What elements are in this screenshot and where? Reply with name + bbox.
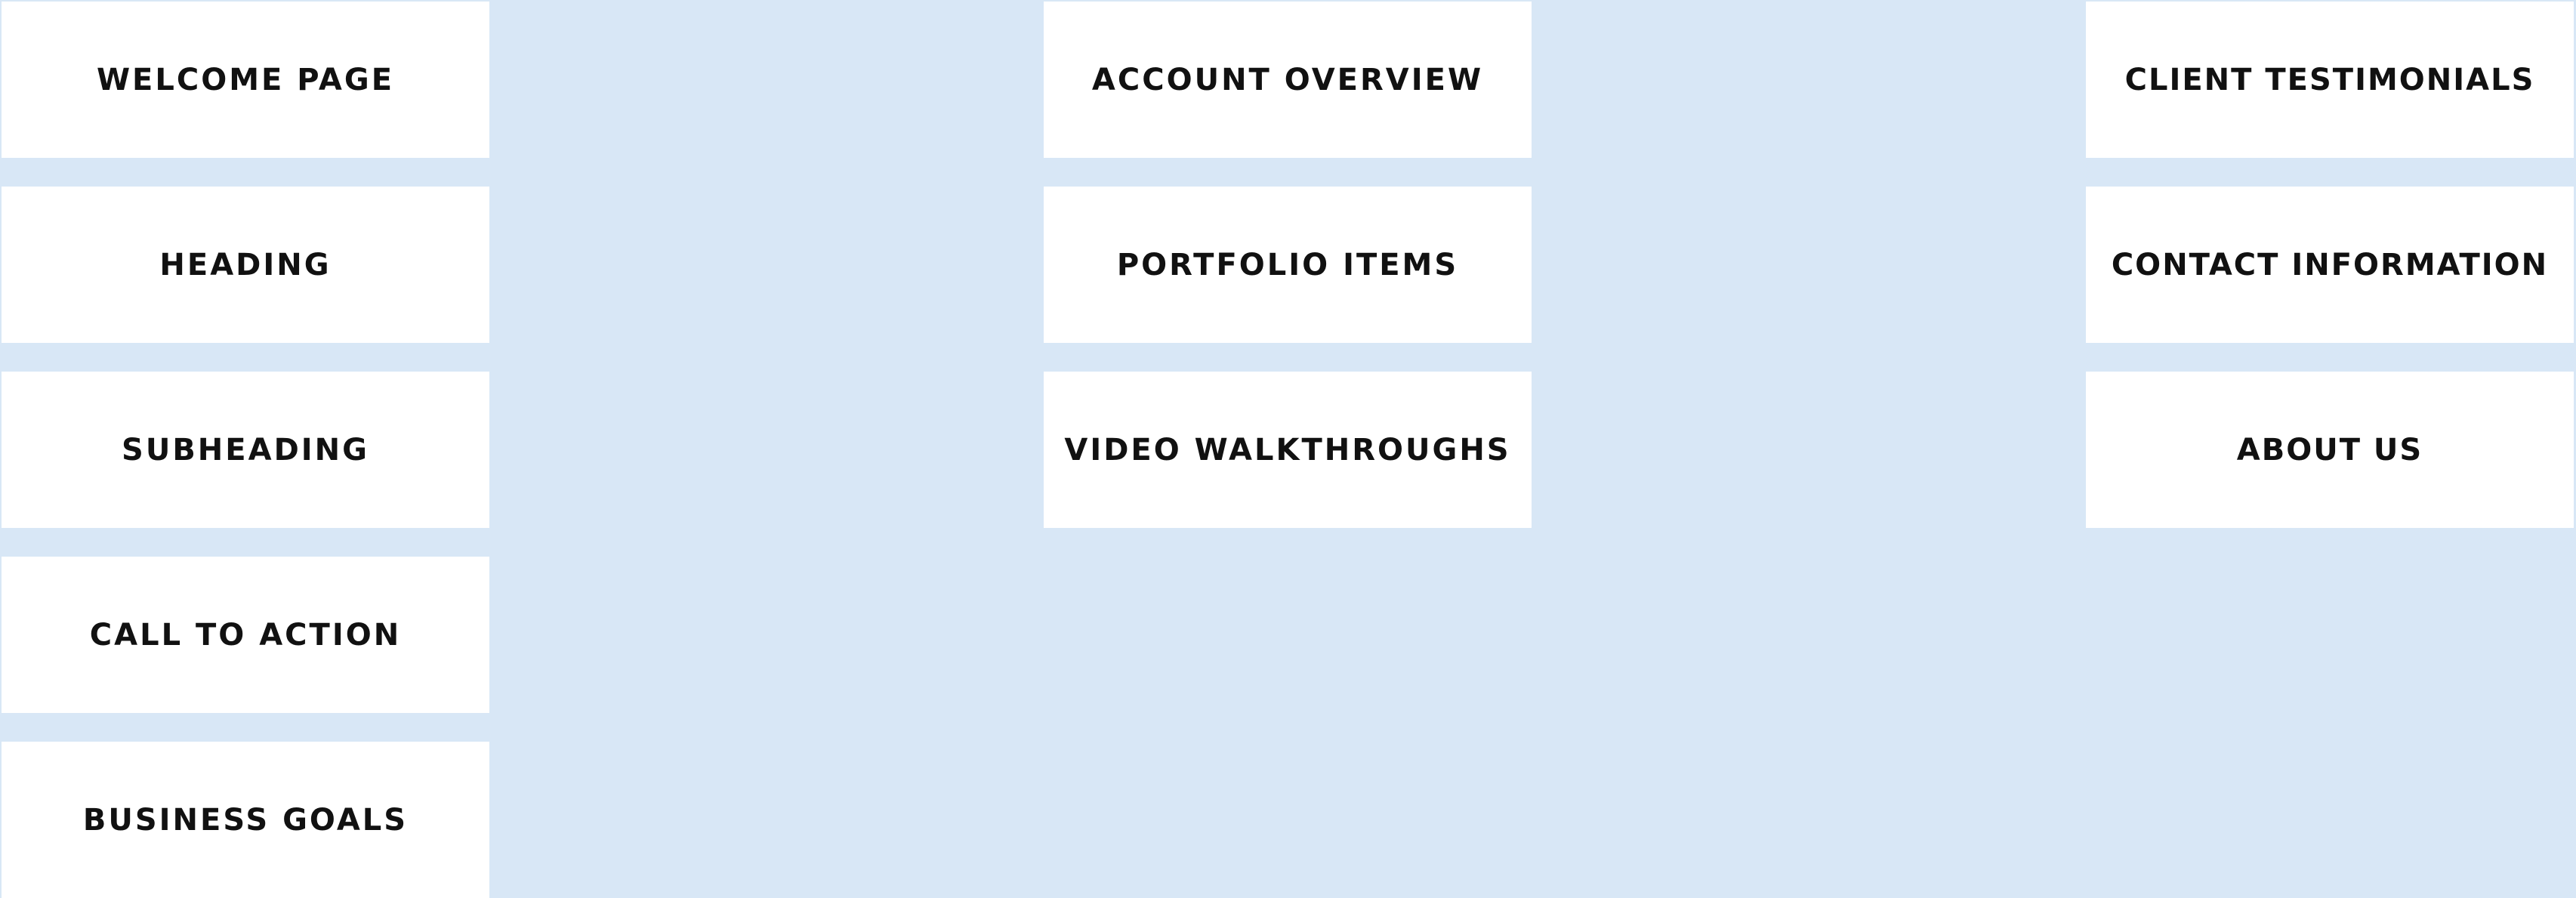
card-label: WELCOME PAGE bbox=[96, 62, 395, 97]
card-label: HEADING bbox=[159, 247, 332, 282]
card-label: PORTFOLIO ITEMS bbox=[1116, 247, 1459, 282]
card-client-testimonials: CLIENT TESTIMONIALS bbox=[2086, 2, 2574, 158]
card-account-overview: ACCOUNT OVERVIEW bbox=[1044, 2, 1532, 158]
card-label: BUSINESS GOALS bbox=[82, 802, 409, 838]
card-video-walkthroughs: VIDEO WALKTHROUGHS bbox=[1044, 372, 1532, 528]
card-label: ABOUT US bbox=[2236, 432, 2423, 468]
card-label: CONTACT INFORMATION bbox=[2111, 247, 2549, 282]
card-about-us: ABOUT US bbox=[2086, 372, 2574, 528]
card-label: CLIENT TESTIMONIALS bbox=[2124, 62, 2535, 97]
card-label: CALL TO ACTION bbox=[89, 617, 402, 653]
card-label: VIDEO WALKTHROUGHS bbox=[1064, 432, 1511, 468]
diagram-canvas: WELCOME PAGE HEADING SUBHEADING CALL TO … bbox=[0, 0, 2576, 898]
card-heading: HEADING bbox=[2, 187, 489, 343]
card-welcome-page: WELCOME PAGE bbox=[2, 2, 489, 158]
card-label: ACCOUNT OVERVIEW bbox=[1091, 62, 1484, 97]
card-business-goals: BUSINESS GOALS bbox=[2, 742, 489, 898]
card-call-to-action: CALL TO ACTION bbox=[2, 557, 489, 713]
card-portfolio-items: PORTFOLIO ITEMS bbox=[1044, 187, 1532, 343]
card-contact-information: CONTACT INFORMATION bbox=[2086, 187, 2574, 343]
card-label: SUBHEADING bbox=[122, 432, 369, 468]
card-subheading: SUBHEADING bbox=[2, 372, 489, 528]
